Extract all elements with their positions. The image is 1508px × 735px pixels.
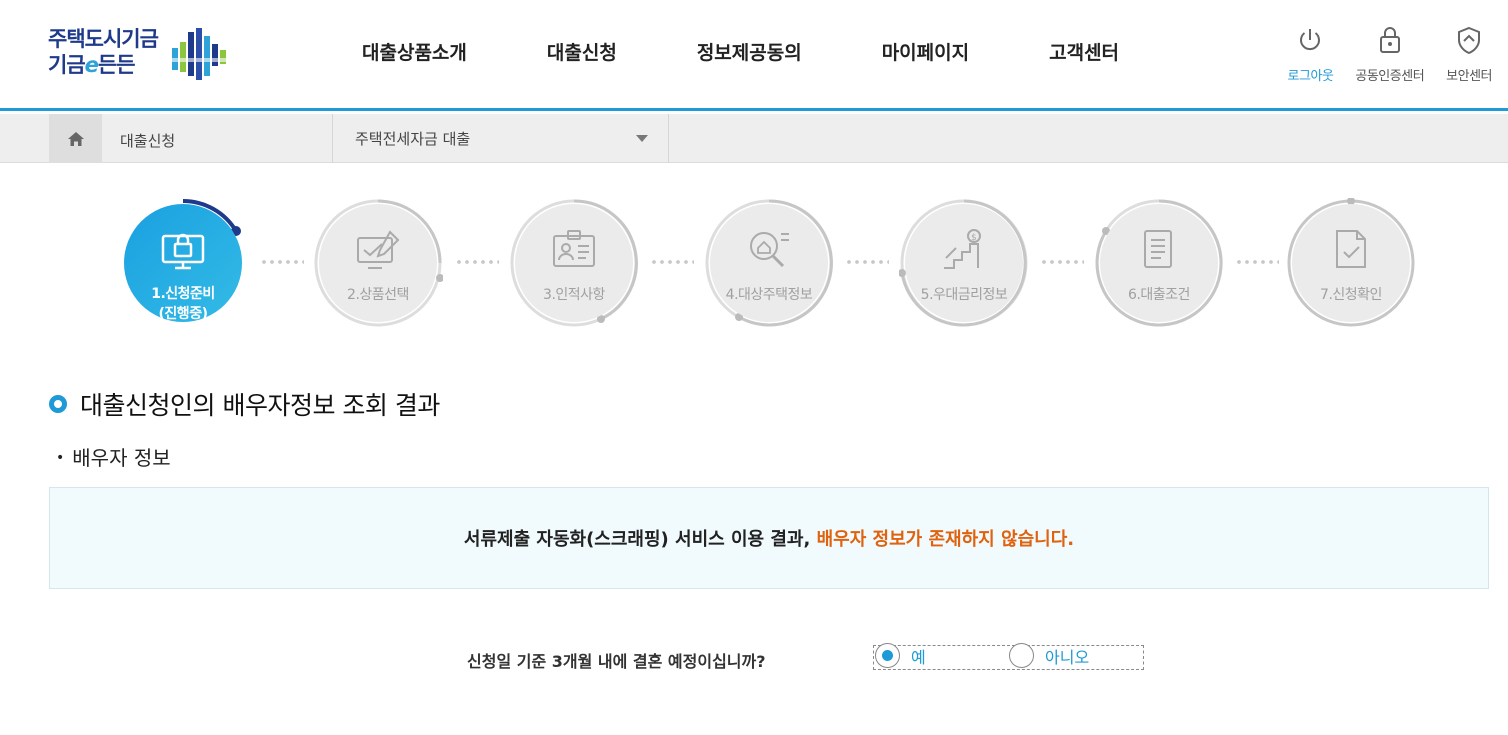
lock-icon	[1379, 27, 1400, 53]
step-3-label: 3.인적사항	[543, 287, 605, 303]
step-2-label: 2.상품선택	[347, 287, 409, 303]
step-connector	[845, 260, 889, 264]
power-icon	[1300, 29, 1321, 51]
logo-bars-icon	[172, 28, 226, 80]
step-4-label: 4.대상주택정보	[725, 287, 813, 303]
radio-no[interactable]: 아니오	[1009, 643, 1089, 668]
step-7-label: 7.신청확인	[1320, 287, 1382, 303]
step-1: 1.신청준비 (진행중)	[118, 198, 248, 328]
radio-yes-label: 예	[911, 647, 926, 667]
cert-center-button[interactable]: 공동인증센터	[1355, 24, 1425, 84]
money-stairs-icon: $	[944, 229, 981, 269]
breadcrumb-current[interactable]: 대출신청	[120, 130, 175, 151]
step-1-label: 1.신청준비 (진행중)	[151, 286, 215, 322]
notice-alert: 배우자 정보가 존재하지 않습니다.	[816, 529, 1075, 550]
nav-info-consent[interactable]: 정보제공동의	[657, 38, 842, 72]
nav-loan-apply[interactable]: 대출신청	[507, 38, 657, 72]
section-bullet-icon	[49, 395, 67, 413]
step-2: 2.상품선택	[313, 198, 443, 328]
step-3-circle: 3.인적사항	[515, 204, 633, 322]
logout-button[interactable]: 로그아웃	[1288, 24, 1334, 84]
sub-title: • 배우자 정보	[56, 442, 171, 471]
id-card-icon	[553, 230, 595, 267]
step-connector	[650, 260, 694, 264]
notice-box: 서류제출 자동화(스크래핑) 서비스 이용 결과, 배우자 정보가 존재하지 않…	[49, 487, 1489, 589]
bullet-dot-icon: •	[56, 450, 65, 466]
step-6-label: 6.대출조건	[1128, 287, 1190, 303]
step-5-label: 5.우대금리정보	[920, 287, 1008, 303]
sub-title-text: 배우자 정보	[72, 446, 171, 470]
search-house-icon	[750, 232, 789, 268]
step-4-circle: 4.대상주택정보	[710, 204, 828, 322]
logout-label: 로그아웃	[1287, 69, 1334, 84]
step-connector	[1235, 260, 1279, 264]
step-connector	[1040, 260, 1084, 264]
computer-lock-icon	[161, 233, 205, 270]
loan-product-select-label: 주택전세자금 대출	[355, 130, 471, 148]
marriage-radio-group: 예 아니오	[873, 643, 1144, 670]
chevron-down-icon	[636, 135, 648, 142]
step-2-circle: 2.상품선택	[319, 204, 437, 322]
radio-no-label: 아니오	[1045, 647, 1090, 667]
step-3: 3.인적사항	[509, 198, 639, 328]
document-icon	[1144, 230, 1172, 268]
document-check-icon	[1336, 230, 1366, 268]
nav-customer-center[interactable]: 고객센터	[1009, 38, 1159, 72]
marriage-question-label: 신청일 기준 3개월 내에 결혼 예정이십니까?	[467, 652, 766, 671]
breadcrumb: 대출신청 주택전세자금 대출	[0, 114, 1508, 163]
logo-line2: 기금e든든	[48, 53, 136, 77]
step-5-circle: $ 5.우대금리정보	[905, 204, 1023, 322]
security-center-button[interactable]: 보안센터	[1446, 24, 1492, 84]
step-7-circle: 7.신청확인	[1292, 204, 1410, 322]
radio-yes[interactable]: 예	[875, 643, 926, 668]
logo-line1: 주택도시기금	[48, 27, 159, 51]
logo[interactable]: 주택도시기금 기금e든든	[48, 26, 238, 82]
step-5: $ 5.우대금리정보	[899, 198, 1029, 328]
svg-text:$: $	[971, 233, 977, 243]
nav-mypage[interactable]: 마이페이지	[842, 38, 1009, 72]
step-connector	[260, 260, 304, 264]
step-4: 4.대상주택정보	[704, 198, 834, 328]
step-connector	[455, 260, 499, 264]
monitor-check-icon	[357, 230, 400, 269]
radio-no-circle[interactable]	[1009, 643, 1034, 668]
radio-yes-circle[interactable]	[875, 643, 900, 668]
logo-text: 주택도시기금 기금e든든	[48, 26, 159, 78]
step-6: 6.대출조건	[1094, 198, 1224, 328]
security-center-label: 보안센터	[1446, 69, 1492, 84]
shield-icon	[1458, 26, 1481, 55]
section-title: 대출신청인의 배우자정보 조회 결과	[49, 386, 440, 422]
section-title-text: 대출신청인의 배우자정보 조회 결과	[80, 391, 440, 420]
global-nav: 대출상품소개 대출신청 정보제공동의 마이페이지 고객센터	[322, 38, 1159, 72]
step-progress: 1.신청준비 (진행중) 2.상품선택 3.인적사항 4.대상주택정보 $ 5.…	[0, 190, 1508, 340]
home-icon	[67, 131, 84, 146]
cert-center-label: 공동인증센터	[1355, 69, 1425, 84]
nav-loan-products[interactable]: 대출상품소개	[322, 38, 507, 72]
notice-text: 서류제출 자동화(스크래핑) 서비스 이용 결과, 배우자 정보가 존재하지 않…	[463, 529, 1075, 550]
header: 주택도시기금 기금e든든 대출상품소개 대출신청 정보제공동의 마이페이지 고객…	[0, 0, 1508, 111]
loan-product-select[interactable]: 주택전세자금 대출	[332, 114, 669, 163]
step-7: 7.신청확인	[1286, 198, 1416, 328]
home-button[interactable]	[49, 114, 102, 163]
step-1-circle: 1.신청준비 (진행중)	[124, 204, 242, 322]
util-menu: 로그아웃 공동인증센터 보안센터	[1266, 24, 1492, 84]
step-6-circle: 6.대출조건	[1100, 204, 1218, 322]
